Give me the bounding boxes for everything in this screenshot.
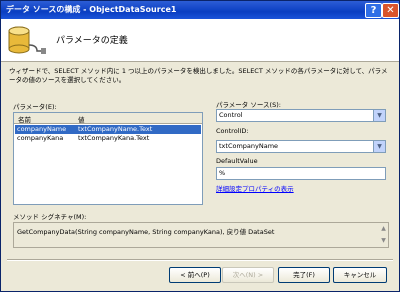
help-button[interactable]: ? (365, 3, 382, 18)
window-title: データ ソースの構成 - ObjectDataSource1 (6, 5, 177, 14)
scroll-up-icon[interactable]: ▲ (379, 223, 388, 234)
scroll-down-icon[interactable]: ▼ (379, 235, 388, 246)
finish-button[interactable]: 完了(F) (278, 267, 330, 283)
param-name: companyKana (17, 134, 64, 142)
parameter-source-label: パラメータ ソース(S): (216, 101, 281, 109)
default-value-field[interactable]: % (216, 167, 386, 180)
chevron-down-icon[interactable]: ▼ (373, 141, 385, 152)
page-title: パラメータの定義 (56, 36, 128, 46)
param-value: txtCompanyKana.Text (78, 134, 150, 142)
method-signature-label: メソッド シグネチャ(M): (13, 213, 87, 221)
close-button[interactable]: ✕ (382, 3, 399, 18)
method-signature-box: GetCompanyData(String companyName, Strin… (13, 222, 389, 248)
list-item[interactable]: companyName txtCompanyName.Text (15, 125, 201, 134)
param-value: txtCompanyName.Text (78, 125, 153, 133)
param-name: companyName (17, 125, 67, 133)
parameters-label: パラメータ(E): (13, 103, 57, 111)
wizard-description: ウィザードで、SELECT メソッド内に 1 つ以上のパラメータを検出しました。… (9, 67, 388, 84)
advanced-properties-link[interactable]: 詳細設定プロパティの表示 (216, 183, 294, 193)
divider (7, 259, 393, 261)
title-bar[interactable]: データ ソースの構成 - ObjectDataSource1 ? ✕ (1, 1, 399, 19)
parameters-list[interactable]: 名前 値 companyName txtCompanyName.Text com… (13, 112, 203, 205)
list-item[interactable]: companyKana txtCompanyKana.Text (15, 134, 201, 143)
column-header-value[interactable]: 値 (78, 114, 85, 124)
default-value-label: DefaultValue (216, 157, 258, 165)
default-value-text: % (219, 169, 226, 177)
chevron-down-icon[interactable]: ▼ (373, 110, 385, 121)
cancel-button[interactable]: キャンセル (333, 267, 387, 283)
parameter-source-value: Control (219, 111, 243, 119)
controlid-select[interactable]: txtCompanyName ▼ (216, 140, 386, 153)
wizard-header: パラメータの定義 (1, 19, 399, 62)
next-button[interactable]: 次へ(N) > (222, 267, 274, 283)
controlid-label: ControlID: (216, 127, 249, 135)
column-header-name[interactable]: 名前 (18, 114, 31, 124)
database-icon (8, 26, 46, 54)
controlid-value: txtCompanyName (219, 142, 279, 150)
prev-button[interactable]: < 前へ(P) (169, 267, 221, 283)
parameter-source-select[interactable]: Control ▼ (216, 109, 386, 122)
list-header: 名前 値 (14, 113, 202, 124)
method-signature-text: GetCompanyData(String companyName, Strin… (17, 228, 275, 236)
dialog-window: データ ソースの構成 - ObjectDataSource1 ? ✕ パラメータ… (0, 0, 400, 292)
